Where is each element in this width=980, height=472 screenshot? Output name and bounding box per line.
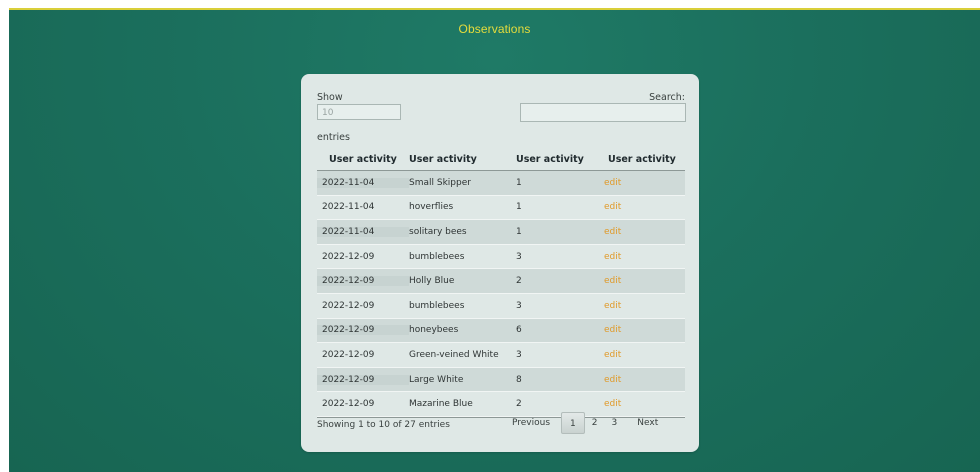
table-row: 2022-12-09 Large White 8 edit bbox=[317, 367, 685, 393]
cell-date: 2022-12-09 bbox=[317, 325, 409, 336]
cell-count: 1 bbox=[516, 202, 522, 213]
pagination: Previous 1 2 3 Next bbox=[505, 412, 665, 434]
table-row: 2022-11-04 solitary bees 1 edit bbox=[317, 220, 685, 245]
cell-date: 2022-11-04 bbox=[317, 226, 409, 237]
cell-count: 3 bbox=[516, 300, 522, 311]
page-button-3[interactable]: 3 bbox=[605, 412, 625, 434]
cell-count: 1 bbox=[516, 226, 522, 237]
observations-table: User activity User activity User activit… bbox=[317, 148, 685, 418]
edit-link[interactable]: edit bbox=[604, 301, 621, 311]
cell-count: 3 bbox=[516, 251, 522, 262]
cell-count: 1 bbox=[516, 177, 522, 188]
edit-link[interactable]: edit bbox=[604, 375, 621, 385]
previous-page-button[interactable]: Previous bbox=[505, 412, 557, 434]
column-header-2[interactable]: User activity bbox=[409, 154, 516, 165]
cell-species: solitary bees bbox=[409, 226, 467, 237]
cell-species: Mazarine Blue bbox=[409, 399, 473, 410]
cell-date: 2022-12-09 bbox=[317, 276, 409, 287]
table-row: 2022-12-09 Holly Blue 2 edit bbox=[317, 269, 685, 294]
cell-date: 2022-12-09 bbox=[322, 251, 375, 262]
table-row: 2022-12-09 bumblebees 3 edit bbox=[317, 293, 685, 319]
cell-species: Small Skipper bbox=[409, 177, 471, 188]
edit-link[interactable]: edit bbox=[604, 178, 621, 188]
edit-link[interactable]: edit bbox=[604, 325, 621, 335]
cell-species: honeybees bbox=[409, 325, 459, 336]
next-page-button[interactable]: Next bbox=[630, 412, 665, 434]
table-row: 2022-11-04 Small Skipper 1 edit bbox=[317, 171, 685, 196]
cell-species: Large White bbox=[409, 374, 464, 385]
page-button-2[interactable]: 2 bbox=[585, 412, 605, 434]
page-button-1[interactable]: 1 bbox=[561, 412, 585, 434]
cell-date: 2022-11-04 bbox=[322, 202, 375, 213]
cell-species: bumblebees bbox=[409, 300, 465, 311]
page-title: Observations bbox=[458, 22, 531, 36]
show-label: Show bbox=[317, 92, 343, 103]
column-header-1[interactable]: User activity bbox=[317, 154, 409, 165]
cell-date: 2022-12-09 bbox=[322, 300, 375, 311]
edit-link[interactable]: edit bbox=[604, 252, 621, 262]
edit-link[interactable]: edit bbox=[604, 202, 621, 212]
table-row: 2022-12-09 bumblebees 3 edit bbox=[317, 244, 685, 270]
column-header-3[interactable]: User activity bbox=[516, 154, 604, 165]
cell-count: 2 bbox=[516, 276, 522, 287]
edit-link[interactable]: edit bbox=[604, 227, 621, 237]
cell-count: 2 bbox=[516, 399, 522, 410]
cell-count: 3 bbox=[516, 349, 522, 360]
cell-species: bumblebees bbox=[409, 251, 465, 262]
cell-count: 8 bbox=[516, 374, 522, 385]
entries-label: entries bbox=[317, 132, 350, 143]
search-label: Search: bbox=[649, 92, 685, 103]
cell-date: 2022-11-04 bbox=[317, 177, 409, 188]
cell-species: Green-veined White bbox=[409, 349, 499, 360]
table-row: 2022-12-09 Green-veined White 3 edit bbox=[317, 343, 685, 368]
cell-date: 2022-12-09 bbox=[317, 374, 409, 385]
cell-count: 6 bbox=[516, 325, 522, 336]
observations-card: Show 10 Search: entries User activity Us… bbox=[301, 74, 699, 452]
column-header-4[interactable]: User activity bbox=[604, 154, 685, 165]
search-input[interactable] bbox=[520, 103, 686, 122]
table-info: Showing 1 to 10 of 27 entries bbox=[317, 420, 450, 430]
cell-species: hoverflies bbox=[409, 202, 454, 213]
table-header: User activity User activity User activit… bbox=[317, 148, 685, 171]
cell-date: 2022-12-09 bbox=[322, 399, 375, 410]
cell-date: 2022-12-09 bbox=[322, 349, 375, 360]
edit-link[interactable]: edit bbox=[604, 399, 621, 409]
cell-species: Holly Blue bbox=[409, 276, 455, 287]
page-length-select[interactable]: 10 bbox=[317, 104, 401, 120]
edit-link[interactable]: edit bbox=[604, 350, 621, 360]
table-row: 2022-12-09 honeybees 6 edit bbox=[317, 318, 685, 344]
page-background: Observations Show 10 Search: entries Use… bbox=[9, 8, 980, 472]
edit-link[interactable]: edit bbox=[604, 276, 621, 286]
table-row: 2022-11-04 hoverflies 1 edit bbox=[317, 195, 685, 221]
